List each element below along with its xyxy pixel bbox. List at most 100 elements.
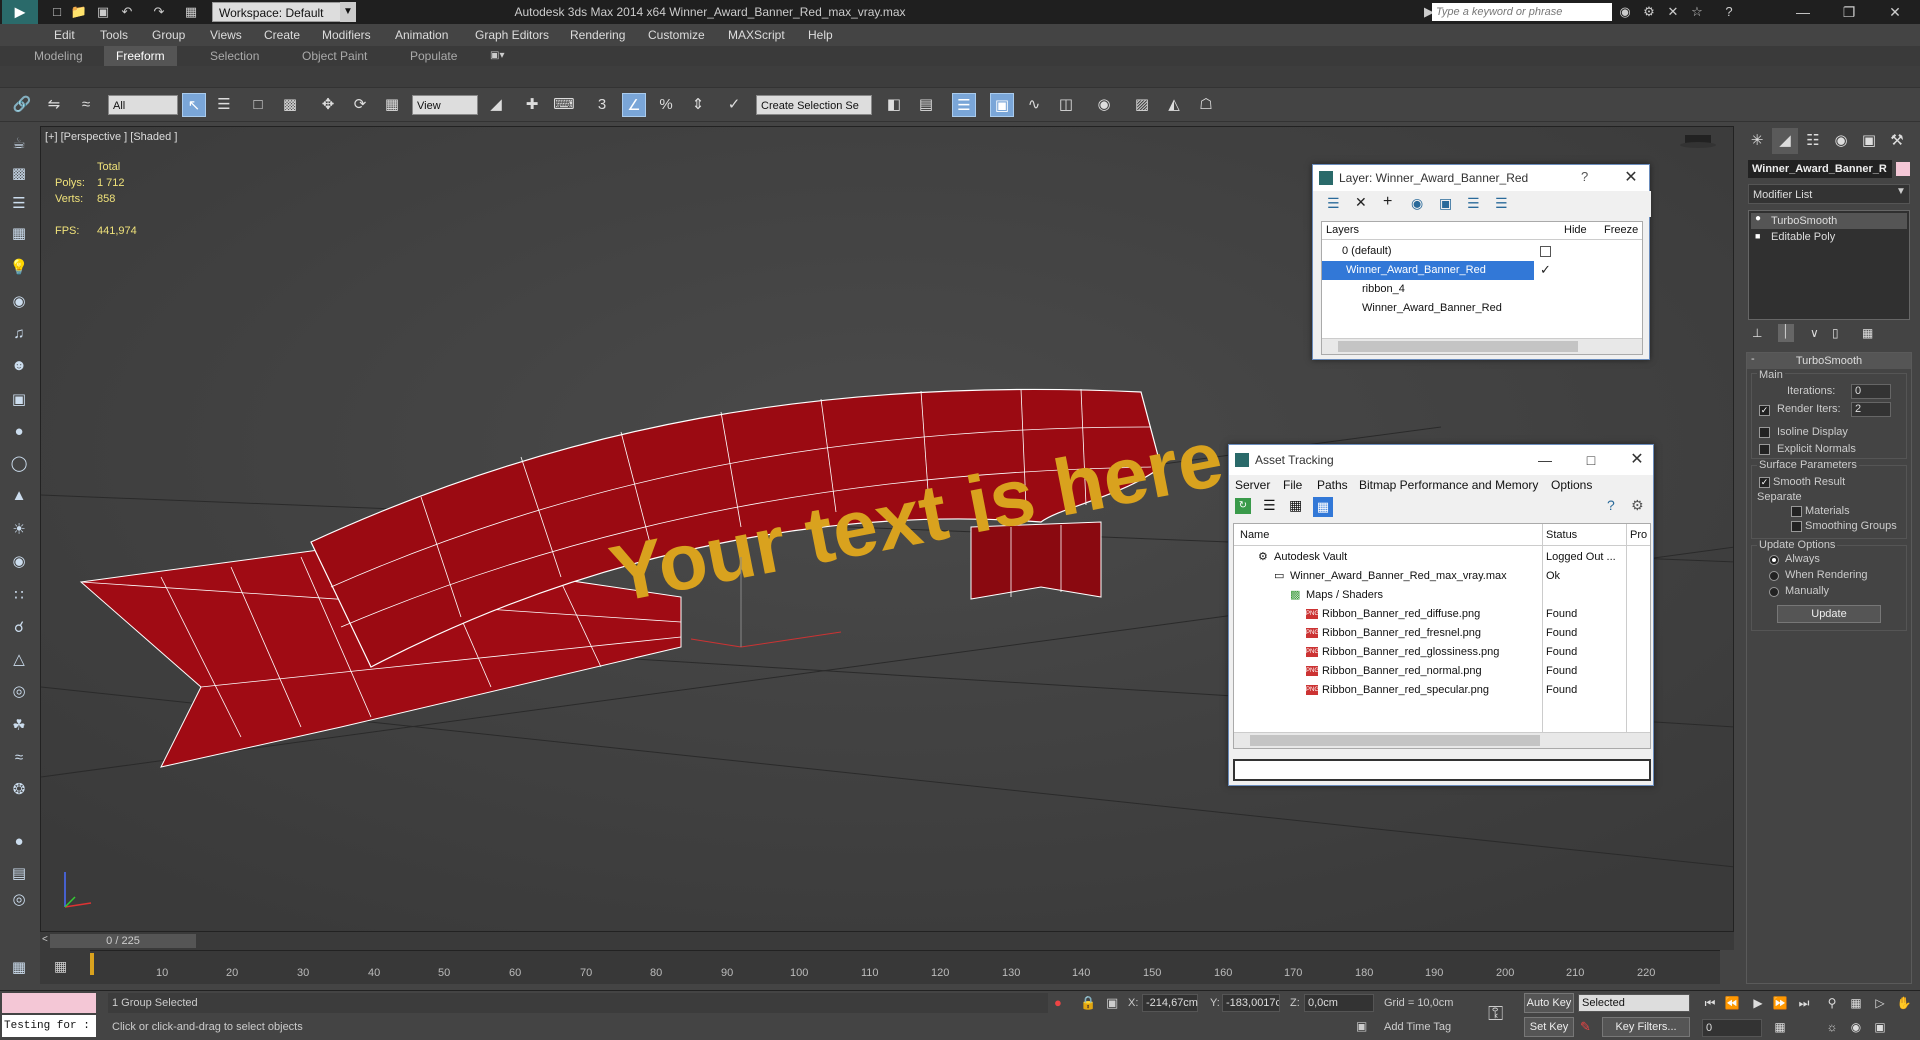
sound-icon[interactable]: ♫ bbox=[7, 322, 31, 346]
col-freeze[interactable]: Freeze bbox=[1604, 224, 1638, 236]
next-frame-icon[interactable]: ⏩ bbox=[1770, 993, 1790, 1013]
time-tag-icon[interactable]: ▣ bbox=[1356, 1019, 1367, 1033]
horizontal-scrollbar[interactable] bbox=[1322, 338, 1642, 354]
help-icon[interactable]: ? bbox=[1720, 3, 1738, 21]
character-icon[interactable]: ☻ bbox=[7, 354, 31, 378]
torus-icon[interactable]: ◯ bbox=[7, 452, 31, 476]
when-rendering-radio[interactable] bbox=[1769, 571, 1779, 581]
add-layer-icon[interactable]: + bbox=[1383, 193, 1392, 211]
menu-paths[interactable]: Paths bbox=[1317, 478, 1348, 492]
modifier-list-dropdown[interactable]: Modifier List bbox=[1748, 184, 1910, 204]
spinner-snap-icon[interactable]: ⇕ bbox=[686, 93, 710, 117]
field-of-view-icon[interactable]: ▷ bbox=[1870, 993, 1890, 1013]
tab-object-paint[interactable]: Object Paint bbox=[290, 46, 379, 66]
tab-populate[interactable]: Populate bbox=[398, 46, 469, 66]
time-slider[interactable]: 0 / 225 bbox=[50, 934, 196, 948]
particles-icon[interactable]: ∷ bbox=[7, 584, 31, 608]
shell-icon[interactable]: ❂ bbox=[7, 778, 31, 802]
settings-icon[interactable]: ⚙ bbox=[1631, 497, 1644, 514]
select-by-name-icon[interactable]: ☰ bbox=[212, 93, 236, 117]
iterations-spinner[interactable]: 0 bbox=[1851, 384, 1891, 399]
bind-space-warp-icon[interactable]: ≈ bbox=[74, 93, 98, 117]
key-icon[interactable]: ✎ bbox=[1580, 1019, 1591, 1035]
pivot-center-icon[interactable]: ◢ bbox=[484, 93, 508, 117]
binoculars-icon[interactable]: ◉ bbox=[1616, 3, 1634, 21]
menu-modifiers[interactable]: Modifiers bbox=[322, 24, 371, 46]
favorites-star-icon[interactable]: ☆ bbox=[1688, 3, 1706, 21]
menu-group[interactable]: Group bbox=[152, 24, 185, 46]
rendered-frame-window-icon[interactable]: ◭ bbox=[1162, 93, 1186, 117]
select-manipulate-icon[interactable]: ✚ bbox=[520, 93, 544, 117]
create-tab-icon[interactable]: ✳ bbox=[1744, 128, 1770, 154]
go-to-end-icon[interactable]: ⏭ bbox=[1794, 993, 1814, 1013]
menu-bitmap-performance[interactable]: Bitmap Performance and Memory bbox=[1359, 478, 1538, 492]
globe-icon[interactable]: ◎ bbox=[7, 680, 31, 704]
tab-freeform[interactable]: Freeform bbox=[104, 46, 177, 66]
col-hide[interactable]: Hide bbox=[1564, 224, 1587, 236]
menu-options[interactable]: Options bbox=[1551, 478, 1592, 492]
layer-row[interactable]: Winner_Award_Banner_Red bbox=[1322, 299, 1642, 318]
table-view-icon[interactable]: ▦ bbox=[1289, 497, 1302, 514]
search-input[interactable]: Type a keyword or phrase bbox=[1432, 3, 1612, 21]
go-to-start-icon[interactable]: ⏮ bbox=[1700, 993, 1720, 1013]
col-layers[interactable]: Layers bbox=[1326, 224, 1359, 236]
maxscript-mini-listener[interactable]: Testing for : bbox=[2, 1015, 96, 1037]
layer-row[interactable]: ribbon_4 bbox=[1322, 280, 1642, 299]
smooth-result-checkbox[interactable]: ✓ bbox=[1759, 477, 1770, 488]
set-key-mode-icon[interactable]: ⚿ bbox=[1488, 1003, 1503, 1026]
image-icon[interactable]: ▩ bbox=[7, 162, 31, 186]
teapot-icon[interactable]: ☕ bbox=[7, 132, 31, 156]
set-key-button[interactable]: Set Key bbox=[1524, 1017, 1574, 1037]
current-layer-checkbox[interactable] bbox=[1540, 246, 1551, 257]
list-view-icon[interactable]: ☰ bbox=[1263, 497, 1276, 514]
current-frame-field[interactable]: 0 bbox=[1702, 1019, 1762, 1037]
pan-view-icon[interactable]: ✋ bbox=[1894, 993, 1914, 1013]
minimize-icon[interactable]: — bbox=[1527, 445, 1563, 475]
sun-icon[interactable]: ☀ bbox=[7, 518, 31, 542]
maximize-icon[interactable]: □ bbox=[1573, 445, 1609, 475]
subscription-icon[interactable]: ⚙ bbox=[1640, 3, 1658, 21]
vray-icon[interactable]: ◎ bbox=[7, 888, 31, 912]
grid-icon[interactable]: ▦ bbox=[7, 222, 31, 246]
rollout-header[interactable]: TurboSmooth bbox=[1747, 353, 1911, 369]
y-coordinate-field[interactable]: -183,0017c bbox=[1222, 994, 1280, 1012]
x-coordinate-field[interactable]: -214,67cm bbox=[1142, 994, 1198, 1012]
snaps-toggle-icon[interactable]: 3 bbox=[590, 93, 614, 117]
maxscript-mini-listener-top[interactable] bbox=[2, 993, 96, 1013]
selection-lock-icon[interactable]: 🔒 bbox=[1080, 995, 1096, 1011]
key-selection-dropdown[interactable]: Selected bbox=[1578, 994, 1690, 1012]
pin-stack-icon[interactable]: ⊥ bbox=[1752, 326, 1762, 340]
asset-row[interactable]: ⚙ Autodesk Vault Logged Out ... bbox=[1234, 548, 1650, 567]
curve-editor-icon[interactable]: ∿ bbox=[1022, 93, 1046, 117]
frame-marker[interactable] bbox=[90, 953, 94, 975]
menu-animation[interactable]: Animation bbox=[395, 24, 448, 46]
align-icon[interactable]: ▤ bbox=[914, 93, 938, 117]
horizontal-scrollbar[interactable] bbox=[1234, 732, 1650, 748]
highlight-layer-icon[interactable]: ▣ bbox=[1439, 195, 1452, 212]
foliage-icon[interactable]: ☘ bbox=[7, 714, 31, 738]
orbit-icon[interactable]: ☼ bbox=[1822, 1017, 1842, 1037]
time-configuration-icon[interactable]: ▦ bbox=[1770, 1017, 1790, 1037]
key-filters-button[interactable]: Key Filters... bbox=[1602, 1017, 1690, 1037]
hierarchy-tab-icon[interactable]: ☷ bbox=[1800, 128, 1826, 154]
make-unique-icon[interactable]: ∨ bbox=[1810, 326, 1819, 340]
object-name-field[interactable]: Winner_Award_Banner_R bbox=[1748, 160, 1892, 178]
keyboard-shortcut-override-icon[interactable]: ⌨ bbox=[552, 93, 576, 117]
menu-customize[interactable]: Customize bbox=[648, 24, 705, 46]
asset-row[interactable]: ▭ Winner_Award_Banner_Red_max_vray.max O… bbox=[1234, 567, 1650, 586]
explicit-normals-checkbox[interactable] bbox=[1759, 444, 1770, 455]
expand-icon[interactable]: ■ bbox=[1755, 231, 1760, 241]
freeze-all-icon[interactable]: ☰ bbox=[1495, 195, 1508, 212]
workspace-dropdown[interactable]: Workspace: Default bbox=[212, 2, 352, 22]
ribbon-toggle-button-icon[interactable]: ▣ bbox=[990, 93, 1014, 117]
close-button[interactable]: ✕ bbox=[1872, 0, 1918, 24]
sphere-primitive-icon[interactable]: ● bbox=[7, 420, 31, 444]
render-production-icon[interactable]: ☖ bbox=[1194, 93, 1218, 117]
update-button[interactable]: Update bbox=[1777, 605, 1881, 623]
render-setup-icon[interactable]: ▨ bbox=[1130, 93, 1154, 117]
select-and-link-icon[interactable]: 🔗 bbox=[10, 93, 34, 117]
menu-rendering[interactable]: Rendering bbox=[570, 24, 625, 46]
reference-coordinate-dropdown[interactable]: View bbox=[412, 95, 478, 115]
edit-named-selection-icon[interactable]: ✓ bbox=[722, 93, 746, 117]
col-proxy[interactable]: Pro bbox=[1630, 529, 1647, 541]
